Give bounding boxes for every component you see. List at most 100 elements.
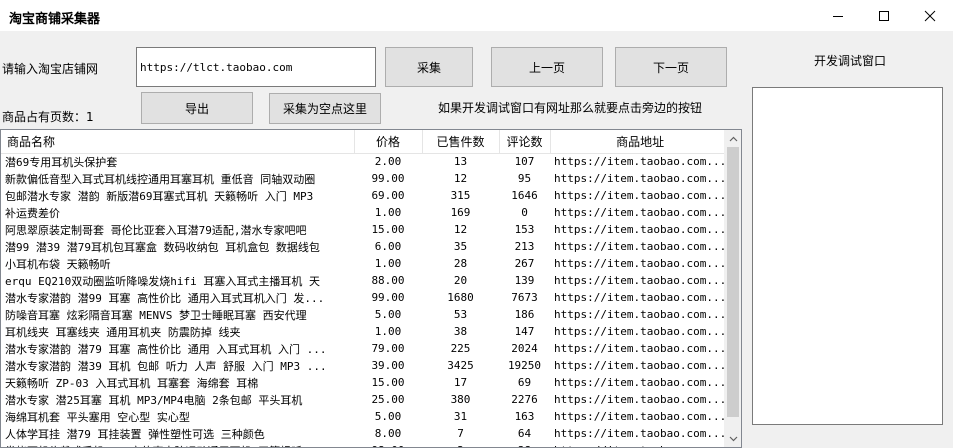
cell-price: 99.00 [371, 172, 405, 185]
next-page-button[interactable]: 下一页 [615, 47, 727, 87]
table-row[interactable]: erqu EQ210双动圈监听降噪发烧hifi 耳塞入耳式主播耳机 天 88.00… [1, 272, 730, 289]
cell-price: 15.00 [371, 223, 405, 236]
table-row[interactable]: 潜水专家潜韵 潜79 耳塞 高性价比 通用 入耳式耳机 入门 ... 79.00 2… [1, 340, 730, 357]
cell-sold: 31 [453, 410, 468, 423]
scroll-down-button[interactable] [725, 430, 741, 447]
cell-sold: 12 [453, 172, 468, 185]
cell-comments: 95 [517, 172, 532, 185]
close-icon [924, 10, 936, 21]
chevron-down-icon [729, 436, 738, 441]
cell-name: 阿思翠原装定制哥套 哥伦比亚套入耳潜79适配,潜水专家吧吧 [5, 223, 307, 237]
table-row[interactable]: 防噪音耳塞 炫彩隔音耳塞 MENVS 梦卫士睡眠耳塞 西安代理 5.00 53 186… [1, 306, 730, 323]
cell-sold: 38 [453, 325, 468, 338]
cell-sold: 3425 [447, 359, 474, 372]
cell-name: erqu EQ210双动圈监听降噪发烧hifi 耳塞入耳式主播耳机 天 [5, 274, 320, 288]
table-row[interactable]: 人体学耳挂 潜79 耳挂装置 弹性塑性可选 三种颜色 8.00 7 64 https:/… [1, 425, 730, 442]
debug-window-panel[interactable] [752, 87, 943, 425]
product-table[interactable]: 商品名称 价格 已售件数 评论数 商品地址 潜69专用耳机头保护套 2.00 13 1… [0, 129, 742, 448]
cell-url: https://item.taobao.com... [554, 172, 727, 185]
cell-price: 5.00 [374, 308, 402, 321]
cell-url: https://item.taobao.com... [554, 342, 727, 355]
cell-url: https://item.taobao.com... [554, 410, 727, 423]
cell-price: 6.00 [374, 240, 402, 253]
cell-name: 人体学耳挂 潜79 耳挂装置 弹性塑性可选 三种颜色 [5, 427, 265, 441]
cell-price: 79.00 [371, 342, 405, 355]
cell-comments: 153 [514, 223, 535, 236]
table-row[interactable]: 天籁畅听 ZP-03 入耳式耳机 耳塞套 海绵套 耳棉 15.00 17 69 http… [1, 374, 730, 391]
cell-url: https://item.taobao.com... [554, 274, 727, 287]
debug-window-label: 开发调试窗口 [814, 54, 887, 68]
title-bar: 淘宝商铺采集器 [0, 0, 953, 31]
cell-sold: 28 [453, 257, 468, 270]
col-header-price[interactable]: 价格 [354, 130, 423, 154]
cell-url: https://item.taobao.com... [554, 155, 727, 169]
window-title: 淘宝商铺采集器 [9, 12, 101, 27]
table-row[interactable]: 新款偏低音型入耳式耳机线控通用耳塞耳机 重低音 同轴双动圈 99.00 12 95 ht… [1, 170, 730, 187]
cell-comments: 267 [514, 257, 535, 270]
cell-comments: 19250 [507, 359, 542, 372]
cell-name: 潜水专家潜韵 潜99 耳塞 高性价比 通用入耳式耳机入门 发... [5, 291, 325, 305]
col-header-url[interactable]: 商品地址 [550, 130, 731, 154]
cell-sold: 12 [453, 223, 468, 236]
cell-comments: 163 [514, 410, 535, 423]
cell-url: https://item.taobao.com... [554, 427, 727, 440]
export-button[interactable]: 导出 [141, 92, 253, 124]
cell-price: 1.00 [374, 257, 402, 270]
hint-text: 如果开发调试窗口有网址那么就要点击旁边的按钮 [438, 101, 703, 115]
table-row[interactable]: 阿思翠原装定制哥套 哥伦比亚套入耳潜79适配,潜水专家吧吧 15.00 12 153 h… [1, 221, 730, 238]
cell-url: https://item.taobao.com... [554, 189, 727, 202]
table-row[interactable]: 潜水专家潜韵 潜39 耳机 包邮 听力 人声 舒服 入门 MP3 ... 39.0… [1, 357, 730, 374]
col-header-comments[interactable]: 评论数 [499, 130, 551, 154]
table-header-row: 商品名称 价格 已售件数 评论数 商品地址 [1, 130, 731, 154]
cell-comments: 107 [514, 155, 535, 169]
cell-sold: 225 [450, 342, 471, 355]
table-row[interactable]: 潜99 潜39 潜79耳机包耳塞盒 数码收纳包 耳机盒包 数据线包 6.00 35 2… [1, 238, 730, 255]
table-row[interactable]: 潜水专家 潜25耳塞 耳机 MP3/MP4电脑 2条包邮 平头耳机 25.00 38… [1, 391, 730, 408]
shop-url-input[interactable] [136, 47, 376, 87]
table-row[interactable]: 潜水专家潜韵 潜99 耳塞 高性价比 通用入耳式耳机入门 发... 99.00 16… [1, 289, 730, 306]
cell-url: https://item.taobao.com... [554, 325, 727, 338]
cell-price: 98.00 [354, 442, 422, 447]
cell-comments: 1646 [511, 189, 538, 202]
cell-url: https://item.taobao.com... [554, 223, 727, 236]
cell-sold: 2 [422, 442, 499, 447]
page-count-label: 商品占有页数：1 [2, 110, 94, 124]
cell-url: https://item.taobao.com... [554, 291, 727, 304]
cell-sold: 17 [453, 376, 468, 389]
cell-comments: 213 [514, 240, 535, 253]
cell-sold: 380 [450, 393, 471, 406]
col-header-name[interactable]: 商品名称 [1, 130, 355, 154]
table-row[interactable]: 发烧耳机头戴式手机HiFi立体声电脑运动通用耳机 天籁畅听98.00238htt… [1, 442, 730, 447]
cell-comments: 7673 [511, 291, 538, 304]
cell-comments: 64 [517, 427, 532, 440]
cell-name: 包邮潜水专家 潜韵 新版潜69耳塞式耳机 天籁畅听 入门 MP3 [5, 189, 314, 203]
table-row[interactable]: 海绵耳机套 平头塞用 空心型 实心型 5.00 31 163 https://item.… [1, 408, 730, 425]
cell-sold: 20 [453, 274, 468, 287]
cell-url: https://item.taobao.com... [554, 308, 727, 321]
table-row[interactable]: 补运费差价 1.00 169 0 https://item.taobao.com... [1, 204, 730, 221]
cell-price: 5.00 [374, 410, 402, 423]
col-header-sold[interactable]: 已售件数 [422, 130, 500, 154]
cell-url: https://item.taobao.com... [554, 206, 727, 219]
prev-page-button[interactable]: 上一页 [491, 47, 603, 87]
cell-url: https://item.taobao.com... [550, 442, 730, 447]
scroll-up-button[interactable] [725, 130, 741, 147]
table-row[interactable]: 潜69专用耳机头保护套 2.00 13 107 https://item.taobao.… [1, 153, 730, 170]
close-button[interactable] [907, 0, 953, 31]
cell-price: 2.00 [374, 155, 402, 169]
cell-url: https://item.taobao.com... [554, 359, 727, 372]
cell-price: 1.00 [374, 325, 402, 338]
table-row[interactable]: 耳机线夹 耳塞线夹 通用耳机夹 防震防掉 线夹 1.00 38 147 https://… [1, 323, 730, 340]
minimize-button[interactable] [815, 0, 861, 31]
cell-url: https://item.taobao.com... [554, 393, 727, 406]
cell-name: 海绵耳机套 平头塞用 空心型 实心型 [5, 410, 190, 424]
scroll-thumb[interactable] [727, 147, 739, 417]
collect-button[interactable]: 采集 [385, 47, 473, 87]
cell-name: 潜水专家潜韵 潜39 耳机 包邮 听力 人声 舒服 入门 MP3 ... [5, 359, 327, 373]
cell-name: 补运费差价 [5, 206, 60, 220]
collect-blank-button[interactable]: 采集为空点这里 [269, 93, 381, 124]
maximize-button[interactable] [861, 0, 907, 31]
table-row[interactable]: 小耳机布袋 天籁畅听 1.00 28 267 https://item.taobao.c… [1, 255, 730, 272]
table-row[interactable]: 包邮潜水专家 潜韵 新版潜69耳塞式耳机 天籁畅听 入门 MP3 69.00 315… [1, 187, 730, 204]
vertical-scrollbar[interactable] [724, 130, 741, 447]
